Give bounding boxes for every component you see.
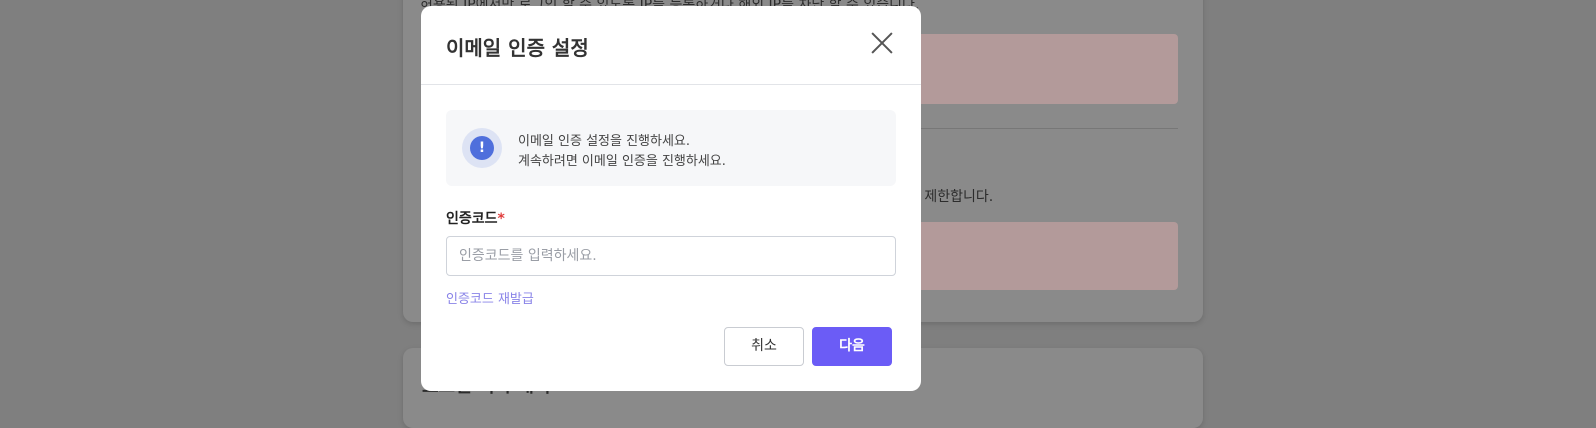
resend-code-link[interactable]: 인증코드 재발급 [446,288,534,307]
next-button[interactable]: 다음 [812,327,892,366]
required-mark: * [497,211,505,227]
modal-title: 이메일 인증 설정 [446,36,589,60]
verification-code-label-text: 인증코드 [446,211,498,227]
info-icon-wrap: ! [462,128,502,168]
verification-code-label: 인증코드* [446,208,505,228]
email-verification-modal: 이메일 인증 설정 ! 이메일 인증 설정을 진행하세요. 계속하려면 이메일 … [421,6,921,391]
exclamation-icon: ! [470,136,494,160]
modal-header: 이메일 인증 설정 [421,6,921,85]
close-icon[interactable] [869,30,895,56]
info-box: ! 이메일 인증 설정을 진행하세요. 계속하려면 이메일 인증을 진행하세요. [446,110,896,186]
info-message-line-2: 계속하려면 이메일 인증을 진행하세요. [518,154,726,169]
cancel-button[interactable]: 취소 [724,327,804,366]
info-message-line-1: 이메일 인증 설정을 진행하세요. [518,134,691,149]
verification-code-input[interactable] [446,236,896,276]
